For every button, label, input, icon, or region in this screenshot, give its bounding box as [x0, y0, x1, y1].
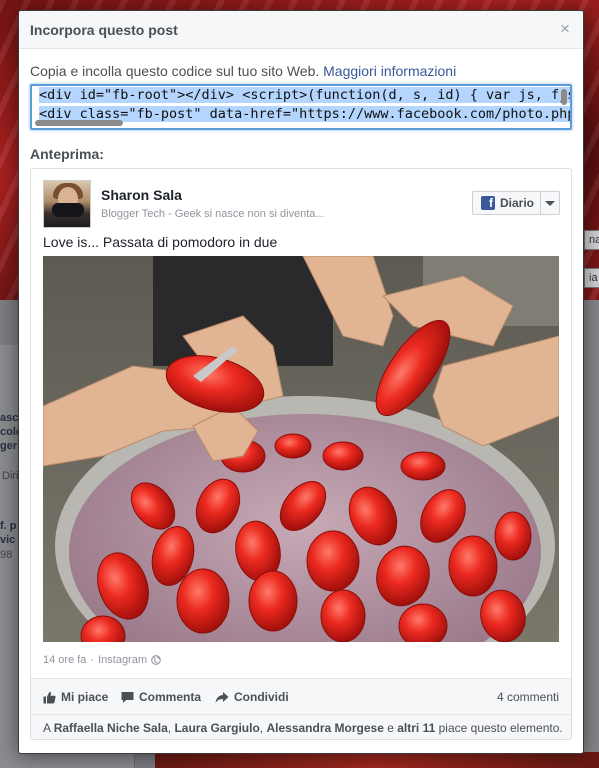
post-source[interactable]: Instagram [98, 654, 147, 666]
post-meta: 14 ore fa · Instagram [43, 654, 161, 666]
tomatoes-photo-icon [43, 256, 559, 642]
post-photo[interactable] [43, 256, 559, 642]
like-button[interactable]: Mi piace [43, 690, 108, 704]
background-text: Diri [2, 470, 19, 482]
close-icon[interactable]: × [557, 20, 573, 37]
timeline-button[interactable]: f Diario [473, 192, 541, 214]
likes-conjunction: e [387, 721, 394, 735]
share-label: Condividi [234, 690, 289, 704]
background-text: 98 [0, 549, 13, 561]
globe-icon [151, 655, 161, 665]
timeline-button-label: Diario [500, 196, 535, 210]
likes-separator: , [167, 721, 172, 735]
comment-icon [121, 691, 134, 703]
author-name[interactable]: Sharon Sala [101, 187, 182, 203]
facebook-icon: f [481, 196, 495, 210]
liker-name[interactable]: Laura Gargiulo [174, 721, 259, 735]
embed-post-dialog: Incorpora questo post × Copia e incolla … [18, 10, 584, 754]
follow-button-group: f Diario [472, 191, 560, 215]
thumbs-up-icon [43, 691, 56, 703]
likes-summary: A Raffaella Niche Sala, Laura Gargiulo, … [31, 714, 571, 739]
share-icon [215, 691, 229, 703]
post-text: Love is... Passata di pomodoro in due [43, 234, 278, 250]
comments-count[interactable]: 4 commenti [497, 690, 559, 704]
liker-name[interactable]: Raffaella Niche Sala [54, 721, 168, 735]
embed-code-textarea[interactable]: <div id="fb-root"></div> <script>(functi… [30, 84, 572, 130]
dialog-title: Incorpora questo post [30, 22, 178, 38]
horizontal-scrollbar[interactable] [35, 120, 123, 126]
background-text: ger [0, 440, 18, 452]
background-text: vic [0, 534, 16, 546]
instructions-text: Copia e incolla questo codice sul tuo si… [30, 63, 320, 79]
background-button: ia [584, 268, 599, 288]
vertical-scrollbar[interactable] [561, 89, 567, 105]
chevron-down-icon [545, 200, 555, 206]
post-actions-bar: Mi piace Commenta Condividi 4 commenti [31, 678, 571, 714]
likes-others-link[interactable]: altri 11 [397, 721, 435, 735]
embed-instructions: Copia e incolla questo codice sul tuo si… [30, 63, 456, 79]
share-button[interactable]: Condividi [215, 690, 289, 704]
background-photo-strip [155, 752, 599, 768]
background-button: na [584, 230, 599, 250]
avatar-scarf [52, 203, 84, 217]
like-label: Mi piace [61, 690, 109, 704]
code-line: <div id="fb-root"></div> <script>(functi… [32, 86, 570, 105]
comment-button[interactable]: Commenta [121, 690, 201, 704]
timeline-dropdown-button[interactable] [541, 192, 559, 214]
background-text: f. p [0, 520, 17, 532]
likes-separator: , [259, 721, 264, 735]
avatar[interactable] [43, 180, 91, 228]
likes-suffix: piace questo elemento. [438, 721, 563, 735]
likes-prefix: A [43, 721, 51, 735]
meta-separator: · [90, 654, 95, 666]
author-tagline: Blogger Tech - Geek si nasce non si dive… [101, 208, 325, 220]
code-line-text: <div id="fb-root"></div> <script>(functi… [39, 87, 570, 103]
liker-name[interactable]: Alessandra Morgese [266, 721, 383, 735]
embedded-post-preview: Sharon Sala Blogger Tech - Geek si nasce… [30, 168, 572, 740]
preview-label: Anteprima: [30, 146, 104, 162]
comment-label: Commenta [139, 690, 202, 704]
more-info-link[interactable]: Maggiori informazioni [323, 63, 456, 79]
post-time[interactable]: 14 ore fa [43, 654, 86, 666]
dialog-header: Incorpora questo post × [19, 11, 583, 49]
